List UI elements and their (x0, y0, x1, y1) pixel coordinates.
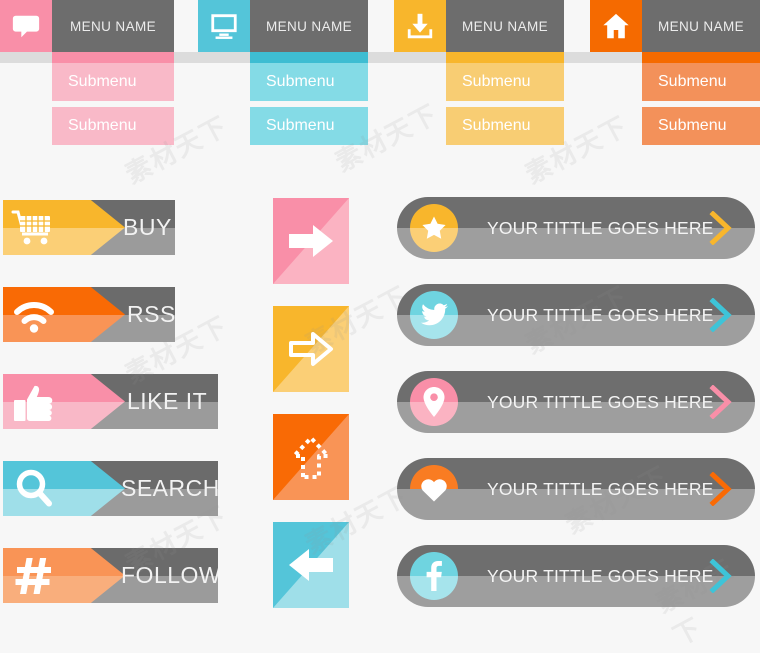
pill-icon-badge (410, 204, 458, 252)
submenu-column-4: Submenu Submenu (642, 52, 760, 145)
submenu-item[interactable]: Submenu (446, 107, 564, 145)
submenu-cap (52, 52, 174, 63)
submenu-column-2: Submenu Submenu (250, 52, 368, 145)
heart-icon (410, 465, 458, 513)
chevron-right-icon[interactable] (709, 371, 733, 433)
pill-icon-badge (410, 552, 458, 600)
top-menu-bar: MENU NAME MENU NAME MENU NAME MENU NAME (0, 0, 760, 52)
chevron-right-icon[interactable] (709, 545, 733, 607)
tag-button-label: BUY (123, 214, 172, 240)
submenu-cap (250, 52, 368, 63)
tag-button-label: SEARCH (121, 475, 218, 501)
app-canvas: MENU NAME MENU NAME MENU NAME MENU NAME Sub… (0, 0, 760, 652)
tag-button-label: FOLLOW (121, 562, 218, 588)
submenu-column-3: Submenu Submenu (446, 52, 564, 145)
rss-icon (3, 287, 65, 342)
menu-column-4: MENU NAME (0, 0, 760, 52)
tag-button-rss[interactable]: RSS (3, 287, 175, 342)
pill-icon-badge (410, 291, 458, 339)
arrow-right-solid-icon (273, 198, 349, 284)
tag-button-like-it[interactable]: LIKE IT (3, 374, 218, 429)
pill-icon-badge (410, 378, 458, 426)
arrow-up-dotted-icon (273, 414, 349, 500)
arrow-left-solid-icon (273, 522, 349, 608)
submenu-item[interactable]: Submenu (52, 107, 174, 145)
submenu-item[interactable]: Submenu (52, 63, 174, 101)
submenu-item[interactable]: Submenu (642, 107, 760, 145)
facebook-icon (410, 552, 458, 600)
thumb-up-icon (3, 374, 65, 429)
pill-button-3[interactable]: YOUR TITTLE GOES HERE (397, 371, 755, 433)
submenu-item[interactable]: Submenu (250, 107, 368, 145)
pill-title: YOUR TITTLE GOES HERE (487, 217, 714, 238)
pill-button-4[interactable]: YOUR TITTLE GOES HERE (397, 458, 755, 520)
pill-title: YOUR TITTLE GOES HERE (487, 565, 714, 586)
chevron-right-icon[interactable] (709, 197, 733, 259)
location-pin-icon (410, 378, 458, 426)
pill-button-5[interactable]: YOUR TITTLE GOES HERE (397, 545, 755, 607)
submenu-item[interactable]: Submenu (642, 63, 760, 101)
pill-button-1[interactable]: YOUR TITTLE GOES HERE (397, 197, 755, 259)
submenu-cap (642, 52, 760, 63)
tag-button-buy[interactable]: BUY (3, 200, 175, 255)
pill-title: YOUR TITTLE GOES HERE (487, 391, 714, 412)
submenu-item[interactable]: Submenu (446, 63, 564, 101)
pill-title: YOUR TITTLE GOES HERE (487, 304, 714, 325)
twitter-icon (410, 291, 458, 339)
pill-icon-badge (410, 465, 458, 513)
submenu-item[interactable]: Submenu (250, 63, 368, 101)
menu-name-label[interactable]: MENU NAME (642, 0, 760, 52)
cart-icon (3, 200, 65, 255)
pill-title: YOUR TITTLE GOES HERE (487, 478, 714, 499)
arrow-tile-4[interactable] (273, 522, 349, 608)
arrow-right-outline-icon (273, 306, 349, 392)
arrow-tile-1[interactable] (273, 198, 349, 284)
hashtag-icon (3, 548, 65, 603)
tag-button-label: RSS (127, 301, 175, 327)
tag-button-search[interactable]: SEARCH (3, 461, 218, 516)
tag-button-label: LIKE IT (127, 388, 208, 414)
submenu-column-1: Submenu Submenu (52, 52, 174, 145)
chevron-right-icon[interactable] (709, 284, 733, 346)
submenu-cap (446, 52, 564, 63)
magnifier-icon (3, 461, 65, 516)
arrow-tile-2[interactable] (273, 306, 349, 392)
arrow-tile-3[interactable] (273, 414, 349, 500)
chevron-right-icon[interactable] (709, 458, 733, 520)
tag-button-follow[interactable]: FOLLOW (3, 548, 218, 603)
pill-button-2[interactable]: YOUR TITTLE GOES HERE (397, 284, 755, 346)
star-icon (410, 204, 458, 252)
home-icon[interactable] (590, 0, 642, 52)
